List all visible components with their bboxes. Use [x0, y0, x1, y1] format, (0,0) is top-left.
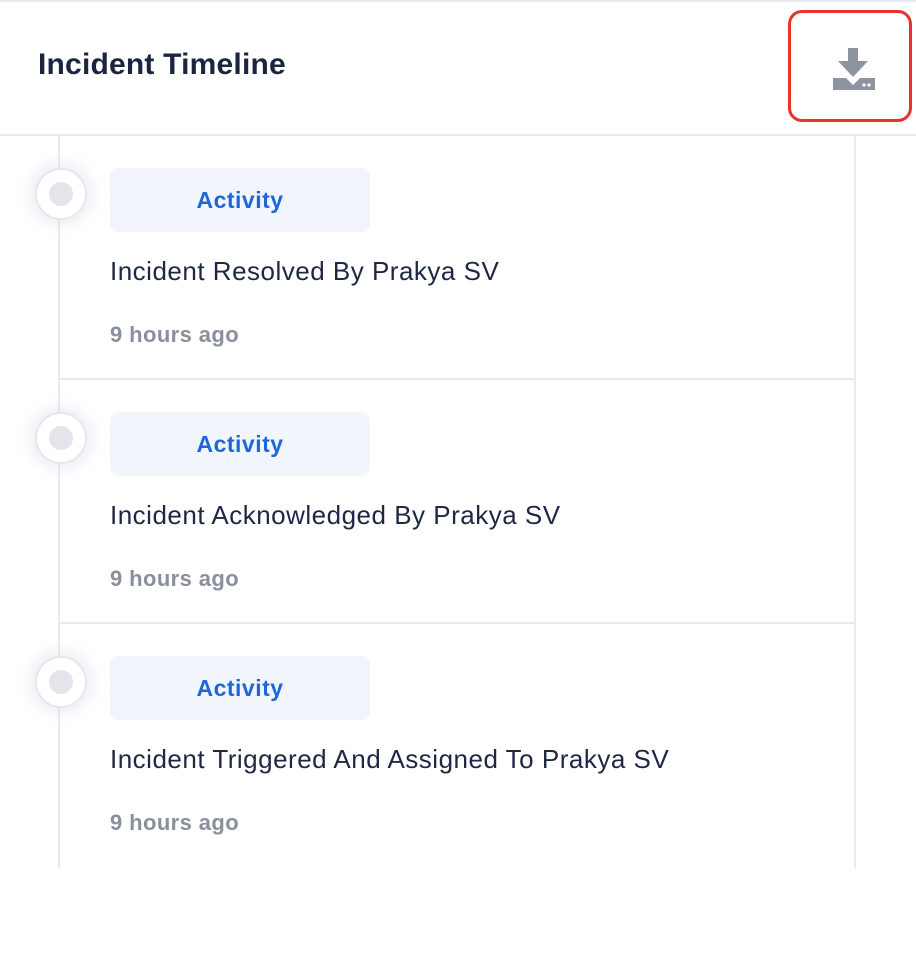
- activity-badge: Activity: [110, 168, 370, 232]
- timeline-dot-icon: [35, 412, 87, 464]
- panel-header: Incident Timeline: [0, 2, 916, 136]
- timeline-dot-icon: [35, 168, 87, 220]
- timeline-item: Activity Incident Acknowledged By Prakya…: [0, 380, 916, 624]
- timeline-dot-icon: [35, 656, 87, 708]
- download-icon: [833, 48, 875, 90]
- timeline-item-description: Incident Triggered And Assigned To Praky…: [110, 744, 670, 774]
- timeline-item: Activity Incident Triggered And Assigned…: [0, 624, 916, 868]
- activity-badge: Activity: [110, 412, 370, 476]
- timeline-item-description: Incident Resolved By Prakya SV: [110, 256, 500, 286]
- incident-timeline: Activity Incident Resolved By Prakya SV …: [0, 136, 916, 868]
- activity-badge: Activity: [110, 656, 370, 720]
- timeline-item-time: 9 hours ago: [110, 810, 240, 835]
- timeline-item-time: 9 hours ago: [110, 322, 240, 347]
- timeline-item: Activity Incident Resolved By Prakya SV …: [0, 136, 916, 380]
- timeline-item-time: 9 hours ago: [110, 566, 240, 591]
- panel-title: Incident Timeline: [38, 48, 286, 81]
- timeline-item-description: Incident Acknowledged By Prakya SV: [110, 500, 561, 530]
- download-button[interactable]: [788, 10, 912, 122]
